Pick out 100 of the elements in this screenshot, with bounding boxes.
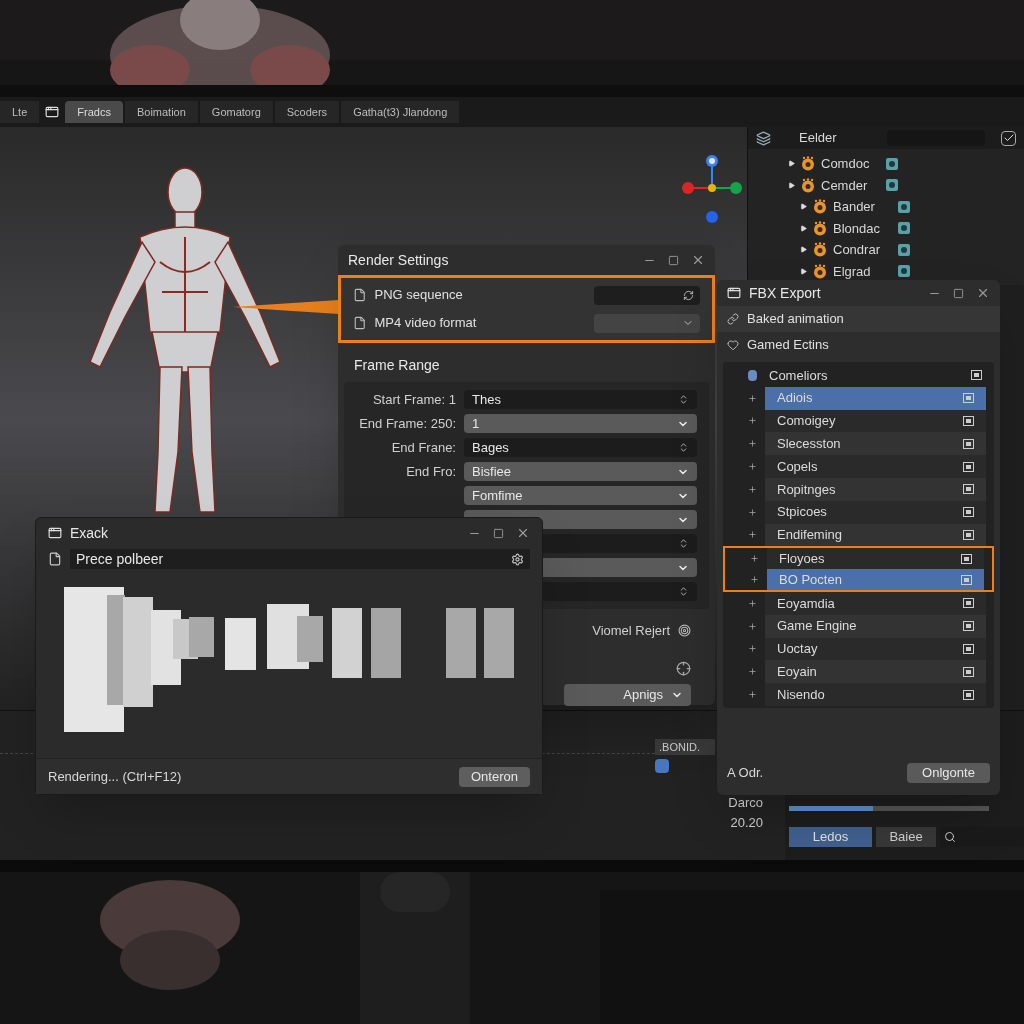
object-icon — [801, 156, 815, 172]
action-row[interactable]: Slecesston — [765, 432, 986, 456]
action-row[interactable]: Stpicoes — [765, 500, 986, 524]
modifier-icon — [897, 221, 911, 236]
editor-type-icon[interactable] — [756, 130, 771, 146]
editor-icon[interactable] — [45, 105, 60, 119]
maximize-icon[interactable] — [668, 254, 679, 266]
expand-arrow-icon[interactable] — [800, 224, 807, 232]
action-icon — [747, 439, 757, 449]
action-row[interactable]: Game Engine — [765, 614, 986, 638]
action-row[interactable]: Ropitnges — [765, 478, 986, 501]
window-title: Render Settings — [348, 250, 449, 270]
workspace-tab[interactable]: Gatha(t3) Jlandong — [341, 101, 460, 123]
dropdown-field[interactable]: 1 — [464, 414, 697, 433]
window-title: FBX Export — [749, 283, 821, 303]
export-toggle-icon[interactable] — [963, 666, 974, 677]
export-toggle-icon[interactable] — [963, 461, 974, 472]
action-button[interactable]: Onteron — [459, 766, 530, 787]
outliner-item[interactable]: Bander — [833, 197, 891, 217]
action-row[interactable]: Comoigey — [765, 409, 986, 433]
stepper-icon — [678, 442, 689, 453]
export-option[interactable]: Gamed Ectins — [747, 335, 829, 355]
close-icon[interactable] — [516, 526, 530, 540]
export-toggle-icon[interactable] — [963, 438, 974, 449]
workspace-tab[interactable]: Fradcs — [65, 101, 123, 123]
export-toggle-icon[interactable] — [963, 621, 974, 632]
outliner-item[interactable]: Cemder — [821, 175, 879, 195]
action-row[interactable]: Nisendo — [765, 683, 986, 706]
field-label: End Frame: 250: — [359, 414, 456, 433]
format-option[interactable]: MP4 video format — [374, 313, 586, 333]
export-button[interactable]: Onlgonte — [907, 763, 990, 783]
crosshair-icon[interactable] — [676, 660, 691, 676]
export-toggle-icon[interactable] — [963, 416, 974, 426]
link-icon — [727, 313, 739, 325]
panel-title: Eelder — [799, 129, 838, 148]
outliner-item[interactable]: Condrar — [833, 240, 891, 260]
object-icon — [801, 177, 815, 193]
number-field[interactable]: Thes — [464, 390, 697, 409]
outliner-item[interactable]: Comdoc — [821, 154, 879, 174]
workspace-tab[interactable]: Scoders — [274, 101, 340, 123]
action-row[interactable]: Adiois — [765, 386, 986, 410]
panel-tab[interactable]: Baiee — [876, 827, 936, 847]
link[interactable]: Viomel Rejert — [592, 621, 670, 641]
expand-arrow-icon[interactable] — [800, 203, 807, 211]
expand-arrow-icon[interactable] — [788, 160, 795, 168]
filter-checkbox[interactable] — [1001, 130, 1016, 146]
export-toggle-icon[interactable] — [963, 643, 974, 654]
dropdown-field[interactable]: Fomfime — [464, 486, 697, 505]
export-toggle-icon[interactable] — [963, 484, 974, 495]
expand-arrow-icon[interactable] — [788, 181, 795, 189]
window-title: Exack — [70, 523, 109, 543]
action-row[interactable]: Eoyain — [765, 660, 986, 684]
action-row[interactable]: Copels — [765, 455, 986, 478]
number-field[interactable]: Bages — [464, 438, 697, 457]
window-icon — [727, 286, 741, 300]
export-toggle-icon[interactable] — [963, 598, 974, 609]
modifier-icon — [897, 199, 911, 214]
dropdown-field[interactable]: Bisfiee — [464, 462, 697, 481]
stepper-icon — [678, 394, 689, 405]
close-icon[interactable] — [976, 286, 990, 300]
collection-icon — [747, 369, 757, 381]
action-icon — [747, 644, 757, 654]
action-icon — [747, 690, 757, 700]
export-toggle-icon[interactable] — [963, 507, 974, 518]
maximize-icon[interactable] — [493, 527, 504, 539]
object-icon — [813, 220, 827, 236]
expand-arrow-icon[interactable] — [800, 267, 807, 275]
export-toggle-icon[interactable] — [971, 370, 982, 381]
outliner-item[interactable]: Elgrad — [833, 261, 891, 281]
search-icon — [944, 831, 956, 843]
collection-row[interactable]: Comeliors — [765, 364, 986, 387]
action-row[interactable]: BO Pocten — [767, 569, 984, 590]
apply-dropdown-button[interactable]: Apnigs — [564, 683, 691, 706]
expand-arrow-icon[interactable] — [800, 246, 807, 254]
format-option[interactable]: PNG sequence — [374, 285, 586, 305]
maximize-icon[interactable] — [953, 287, 964, 299]
stepper-icon — [678, 586, 689, 597]
export-toggle-icon[interactable] — [963, 529, 974, 540]
target-icon — [678, 624, 691, 638]
action-row[interactable]: Floyoes — [767, 548, 984, 570]
export-toggle-icon[interactable] — [961, 553, 972, 564]
export-toggle-icon[interactable] — [963, 393, 974, 404]
stepper-icon — [678, 538, 689, 549]
workspace-tab[interactable]: Gomatorg — [199, 101, 273, 123]
object-icon — [813, 199, 827, 215]
action-row[interactable]: Endifeming — [765, 523, 986, 547]
file-icon — [353, 316, 367, 330]
action-row[interactable]: Uoctay — [765, 637, 986, 661]
playhead-marker[interactable] — [655, 759, 669, 773]
export-toggle-icon[interactable] — [961, 574, 972, 585]
outliner-item[interactable]: Blondac — [833, 218, 891, 238]
modifier-icon — [885, 178, 899, 193]
close-icon[interactable] — [691, 253, 705, 267]
preset-field[interactable]: Prece polbeer — [70, 549, 530, 569]
action-row[interactable]: Eoyamdia — [765, 591, 986, 615]
export-toggle-icon[interactable] — [963, 689, 974, 700]
workspace-tab[interactable]: Lte — [0, 101, 40, 123]
workspace-tab[interactable]: Boimation — [124, 101, 198, 123]
format-field[interactable] — [594, 285, 700, 305]
panel-tab[interactable]: Ledos — [789, 827, 872, 847]
